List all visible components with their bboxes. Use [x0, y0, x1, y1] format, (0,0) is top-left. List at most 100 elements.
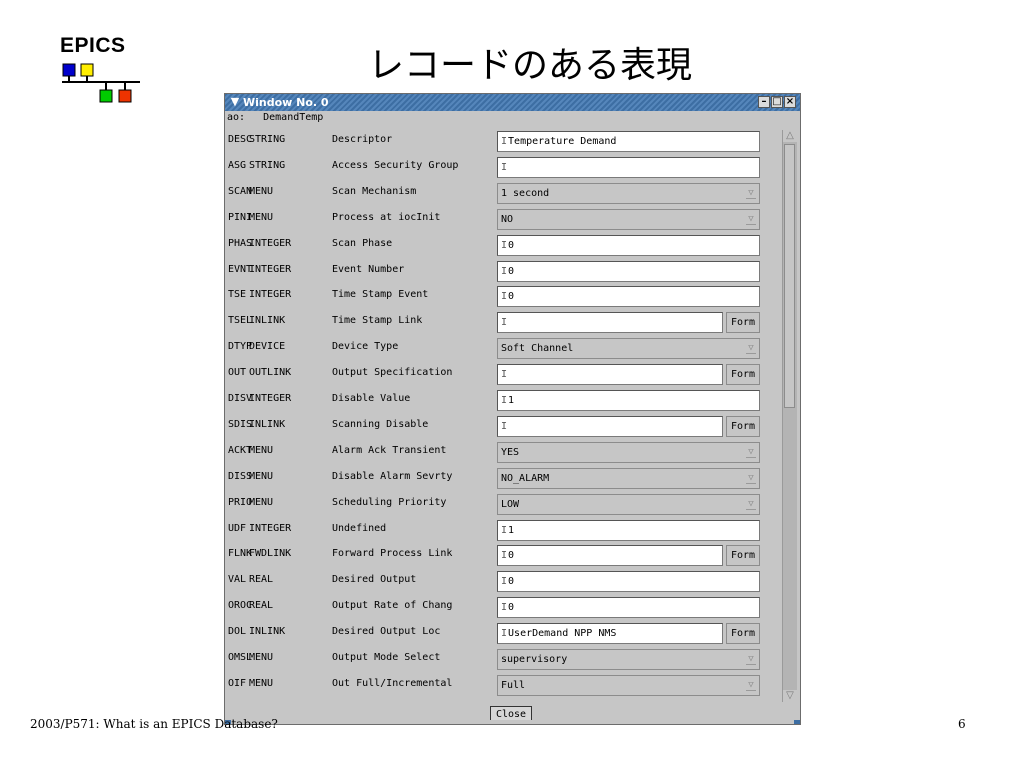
field-row-omsl: OMSL MENU Output Mode Select supervisory ▽: [228, 646, 762, 671]
field-description: Time Stamp Link: [332, 315, 423, 327]
field-input-phas[interactable]: I0: [497, 234, 760, 256]
form-button[interactable]: Form: [726, 312, 760, 334]
text-caret-icon: I: [501, 602, 508, 614]
field-type: STRING: [249, 134, 286, 145]
field-description: Scanning Disable: [332, 418, 429, 430]
field-type: INTEGER: [249, 289, 292, 301]
minimize-icon[interactable]: –: [758, 96, 770, 108]
field-description: Undefined: [332, 522, 387, 534]
field-input-dol[interactable]: IUserDemand NPP NMS: [497, 623, 723, 645]
field-type: INTEGER: [249, 263, 292, 275]
field-row-oif: OIF MENU Out Full/Incremental Full ▽: [228, 672, 762, 697]
field-input-sdis[interactable]: I: [497, 415, 723, 437]
field-menu-pini[interactable]: NO ▽: [497, 208, 760, 230]
form-button[interactable]: Form: [726, 415, 760, 437]
chevron-down-icon[interactable]: ▽: [746, 680, 756, 691]
text-caret-icon: I: [501, 136, 508, 147]
chevron-down-icon[interactable]: ▽: [746, 499, 756, 510]
field-type: MENU: [249, 185, 274, 197]
slide-title: レコードのある表現: [367, 45, 692, 86]
input-value: 0: [508, 576, 515, 588]
field-type: INTEGER: [249, 522, 292, 534]
text-caret-icon: I: [501, 420, 508, 432]
chevron-down-icon[interactable]: ▽: [746, 654, 756, 665]
form-button[interactable]: Form: [726, 364, 760, 386]
text-caret-icon: I: [501, 239, 508, 251]
menu-value: 1 second: [501, 187, 550, 199]
chevron-down-icon[interactable]: ▽: [746, 343, 756, 355]
field-description: Output Rate of Chang: [332, 600, 453, 612]
field-description: Out Full/Incremental: [332, 677, 453, 689]
field-row-sdis: SDIS INLINK Scanning Disable I Form: [228, 413, 762, 438]
field-row-out: OUT OUTLINK Output Specification I Form: [228, 361, 762, 386]
field-name: TSE: [228, 289, 247, 301]
maximize-icon[interactable]: □: [771, 96, 783, 108]
input-value: 0: [508, 602, 515, 614]
field-input-evnt[interactable]: I0: [497, 260, 760, 282]
scroll-thumb[interactable]: [784, 144, 795, 408]
field-panel: DESC STRING Descriptor ITemperature Demand A…: [228, 128, 762, 701]
form-button[interactable]: Form: [726, 545, 760, 567]
window-titlebar[interactable]: ▼ Window No. 0 – □ ×: [225, 94, 800, 111]
field-input-disv[interactable]: I1: [497, 390, 760, 411]
field-name: VAL: [228, 574, 247, 586]
field-input-oroc[interactable]: I0: [497, 597, 760, 619]
chevron-down-icon[interactable]: ▽: [746, 214, 756, 225]
record-type: ao:: [227, 112, 246, 123]
logo-blue-square: [62, 63, 76, 77]
chevron-down-icon[interactable]: ▽: [746, 188, 756, 199]
field-menu-oif[interactable]: Full ▽: [497, 674, 760, 696]
field-input-out[interactable]: I: [497, 364, 723, 386]
field-input-asg[interactable]: I: [497, 156, 760, 178]
field-menu-omsl[interactable]: supervisory ▽: [497, 649, 760, 670]
scroll-down-icon[interactable]: ▽: [783, 690, 797, 702]
field-row-diss: DISS MENU Disable Alarm Sevrty NO_ALARM ▽: [228, 465, 762, 490]
field-menu-dtyp[interactable]: Soft Channel ▽: [497, 338, 760, 360]
bottom-accent: [225, 720, 800, 724]
chevron-down-icon[interactable]: ▽: [746, 447, 756, 458]
field-input-udf[interactable]: I1: [497, 519, 760, 541]
field-type: REAL: [249, 600, 274, 612]
chevron-down-icon[interactable]: ▽: [746, 473, 756, 484]
field-type: MENU: [249, 496, 274, 508]
field-input-flnk[interactable]: I0: [497, 545, 723, 567]
field-menu-diss[interactable]: NO_ALARM ▽: [497, 467, 760, 489]
field-type: INLINK: [249, 418, 286, 430]
field-menu-scan[interactable]: 1 second ▽: [497, 182, 760, 204]
input-value: 1: [508, 524, 515, 536]
field-description: Alarm Ack Transient: [332, 444, 447, 456]
text-caret-icon: I: [501, 524, 508, 536]
field-type: INLINK: [249, 626, 286, 638]
scroll-up-icon[interactable]: △: [783, 130, 797, 142]
field-input-tse[interactable]: I0: [497, 286, 760, 308]
field-type: STRING: [249, 159, 286, 171]
field-row-ackt: ACKT MENU Alarm Ack Transient YES ▽: [228, 439, 762, 464]
logo-green-square: [99, 89, 113, 103]
form-button[interactable]: Form: [726, 623, 760, 645]
field-description: Output Mode Select: [332, 652, 441, 663]
vertical-scrollbar[interactable]: △ ▽: [782, 130, 797, 702]
field-menu-ackt[interactable]: YES ▽: [497, 441, 760, 463]
field-input-desc[interactable]: ITemperature Demand: [497, 131, 760, 152]
field-name: UDF: [228, 522, 247, 534]
field-description: Event Number: [332, 263, 405, 275]
field-menu-prio[interactable]: LOW ▽: [497, 493, 760, 515]
field-description: Desired Output: [332, 574, 417, 586]
input-value: 0: [508, 550, 515, 562]
field-row-scan: SCAN MENU Scan Mechanism 1 second ▽: [228, 180, 762, 205]
menu-value: Full: [501, 679, 526, 691]
close-icon[interactable]: ×: [784, 96, 796, 108]
menu-value: YES: [501, 446, 520, 458]
field-type: REAL: [249, 574, 274, 586]
field-row-dol: DOL INLINK Desired Output Loc IUserDemand N…: [228, 620, 762, 645]
text-caret-icon: I: [501, 576, 508, 588]
window-menu-icon[interactable]: ▼: [228, 95, 242, 109]
menu-value: NO_ALARM: [501, 472, 550, 484]
field-type: MENU: [249, 470, 274, 482]
field-input-tsel[interactable]: I: [497, 312, 723, 334]
input-value: 0: [508, 239, 515, 251]
field-type: INTEGER: [249, 393, 292, 404]
window-title: Window No. 0: [243, 96, 329, 109]
field-name: ASG: [228, 159, 247, 171]
field-input-val[interactable]: I0: [497, 571, 760, 593]
